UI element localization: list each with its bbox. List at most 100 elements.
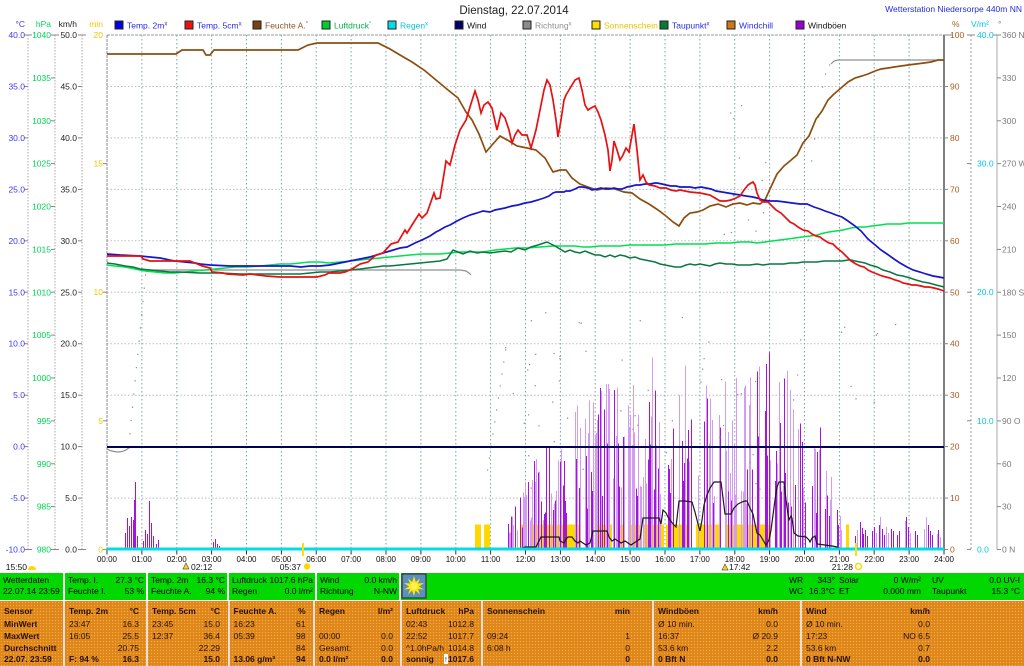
svg-text:09:00: 09:00 bbox=[411, 555, 432, 564]
svg-text:0.0: 0.0 bbox=[13, 442, 25, 452]
svg-text:60: 60 bbox=[1002, 459, 1012, 469]
svg-text:13:00: 13:00 bbox=[550, 555, 571, 564]
svg-text:04:00: 04:00 bbox=[236, 555, 257, 564]
svg-text:10.0: 10.0 bbox=[8, 339, 25, 349]
svg-text:0 N: 0 N bbox=[1002, 545, 1015, 555]
svg-text:Wetterstation Niedersorpe 440m: Wetterstation Niedersorpe 440m NN bbox=[885, 4, 1022, 14]
svg-text:20.0: 20.0 bbox=[60, 339, 77, 349]
svg-text:Luftdruck°: Luftdruck° bbox=[334, 21, 372, 31]
svg-text:15.0: 15.0 bbox=[8, 287, 25, 297]
svg-text:-10.0: -10.0 bbox=[6, 545, 26, 555]
svg-text:0: 0 bbox=[950, 545, 955, 555]
svg-text:10:00: 10:00 bbox=[446, 555, 467, 564]
svg-text:980: 980 bbox=[37, 545, 51, 555]
svg-text:995: 995 bbox=[37, 416, 51, 426]
svg-text:985: 985 bbox=[37, 502, 51, 512]
svg-text:01:00: 01:00 bbox=[132, 555, 153, 564]
svg-text:12:00: 12:00 bbox=[515, 555, 536, 564]
svg-text:80: 80 bbox=[950, 133, 960, 143]
svg-text:15:50: 15:50 bbox=[6, 562, 28, 572]
svg-text:16:00: 16:00 bbox=[655, 555, 676, 564]
svg-text:100: 100 bbox=[950, 30, 964, 40]
svg-text:02:12: 02:12 bbox=[191, 562, 213, 572]
svg-text:10: 10 bbox=[94, 287, 104, 297]
svg-text:40.0: 40.0 bbox=[60, 133, 77, 143]
svg-text:30.0: 30.0 bbox=[8, 133, 25, 143]
svg-text:-5.0: -5.0 bbox=[10, 493, 25, 503]
svg-text:15: 15 bbox=[94, 159, 104, 169]
svg-text:19:00: 19:00 bbox=[760, 555, 781, 564]
svg-text:210: 210 bbox=[1002, 244, 1016, 254]
svg-text:90: 90 bbox=[950, 81, 960, 91]
svg-text:°: ° bbox=[998, 19, 1001, 29]
svg-text:21:28: 21:28 bbox=[832, 562, 854, 572]
svg-text:Feuchte A.°: Feuchte A.° bbox=[265, 21, 309, 31]
svg-text:14:00: 14:00 bbox=[585, 555, 606, 564]
svg-text:1025: 1025 bbox=[32, 159, 51, 169]
svg-text:20:00: 20:00 bbox=[794, 555, 815, 564]
svg-text:25.0: 25.0 bbox=[60, 287, 77, 297]
svg-text:330: 330 bbox=[1002, 73, 1016, 83]
svg-text:Taupunktx: Taupunktx bbox=[672, 21, 710, 31]
svg-text:60: 60 bbox=[950, 236, 960, 246]
svg-text:Sonnenschein: Sonnenschein bbox=[604, 21, 658, 31]
svg-text:23:00: 23:00 bbox=[899, 555, 920, 564]
svg-text:1030: 1030 bbox=[32, 116, 51, 126]
svg-text:990: 990 bbox=[37, 459, 51, 469]
svg-text:50: 50 bbox=[950, 287, 960, 297]
svg-text:11:00: 11:00 bbox=[481, 555, 501, 564]
svg-text:02:00: 02:00 bbox=[167, 555, 188, 564]
svg-text:120: 120 bbox=[1002, 373, 1016, 383]
svg-text:150: 150 bbox=[1002, 330, 1016, 340]
svg-text:06:00: 06:00 bbox=[306, 555, 327, 564]
svg-text:15:00: 15:00 bbox=[620, 555, 641, 564]
svg-text:1040: 1040 bbox=[32, 30, 51, 40]
svg-text:Temp. 2mx: Temp. 2mx bbox=[127, 21, 167, 31]
svg-text:50.0: 50.0 bbox=[60, 30, 77, 40]
svg-text:10.0: 10.0 bbox=[977, 416, 994, 426]
svg-text:1015: 1015 bbox=[32, 244, 51, 254]
svg-text:17:42: 17:42 bbox=[729, 562, 751, 572]
svg-text:20: 20 bbox=[950, 442, 960, 452]
svg-text:40.0: 40.0 bbox=[8, 30, 25, 40]
svg-text:08:00: 08:00 bbox=[376, 555, 397, 564]
svg-text:20.0: 20.0 bbox=[977, 287, 994, 297]
svg-text:°C: °C bbox=[15, 19, 25, 29]
svg-text:300: 300 bbox=[1002, 116, 1016, 126]
svg-text:5.0: 5.0 bbox=[65, 493, 77, 503]
svg-text:240: 240 bbox=[1002, 202, 1016, 212]
svg-text:35.0: 35.0 bbox=[60, 184, 77, 194]
svg-text:Dienstag, 22.07.2014: Dienstag, 22.07.2014 bbox=[459, 5, 569, 17]
svg-text:Temp. 5cmx: Temp. 5cmx bbox=[197, 21, 242, 31]
svg-text:07:00: 07:00 bbox=[341, 555, 362, 564]
svg-text:05:37: 05:37 bbox=[280, 562, 302, 572]
svg-text:V/m²: V/m² bbox=[971, 19, 989, 29]
svg-text:Wind: Wind bbox=[467, 21, 487, 31]
svg-text:km/h: km/h bbox=[59, 19, 78, 29]
svg-text:30.0: 30.0 bbox=[977, 159, 994, 169]
svg-text:10.0: 10.0 bbox=[60, 442, 77, 452]
svg-text:22:00: 22:00 bbox=[864, 555, 885, 564]
svg-text:1010: 1010 bbox=[32, 287, 51, 297]
svg-text:1000: 1000 bbox=[32, 373, 51, 383]
svg-text:Windböen: Windböen bbox=[808, 21, 847, 31]
svg-text:35.0: 35.0 bbox=[8, 81, 25, 91]
svg-text:20.0: 20.0 bbox=[8, 236, 25, 246]
svg-text:30: 30 bbox=[1002, 502, 1012, 512]
svg-text:30: 30 bbox=[950, 390, 960, 400]
svg-text:00:00: 00:00 bbox=[97, 555, 118, 564]
svg-text:1035: 1035 bbox=[32, 73, 51, 83]
svg-text:Regenx: Regenx bbox=[400, 21, 428, 31]
svg-text:10: 10 bbox=[950, 493, 960, 503]
svg-text:Windchill: Windchill bbox=[739, 21, 773, 31]
svg-text:5: 5 bbox=[98, 416, 103, 426]
svg-text:40.0: 40.0 bbox=[977, 30, 994, 40]
svg-text:%: % bbox=[952, 19, 960, 29]
svg-text:0.0: 0.0 bbox=[65, 545, 77, 555]
svg-text:1020: 1020 bbox=[32, 202, 51, 212]
svg-text:180 S: 180 S bbox=[1002, 287, 1024, 297]
svg-text:270 W: 270 W bbox=[1002, 159, 1024, 169]
svg-text:40: 40 bbox=[950, 339, 960, 349]
svg-text:45.0: 45.0 bbox=[60, 81, 77, 91]
svg-text:20: 20 bbox=[94, 30, 104, 40]
